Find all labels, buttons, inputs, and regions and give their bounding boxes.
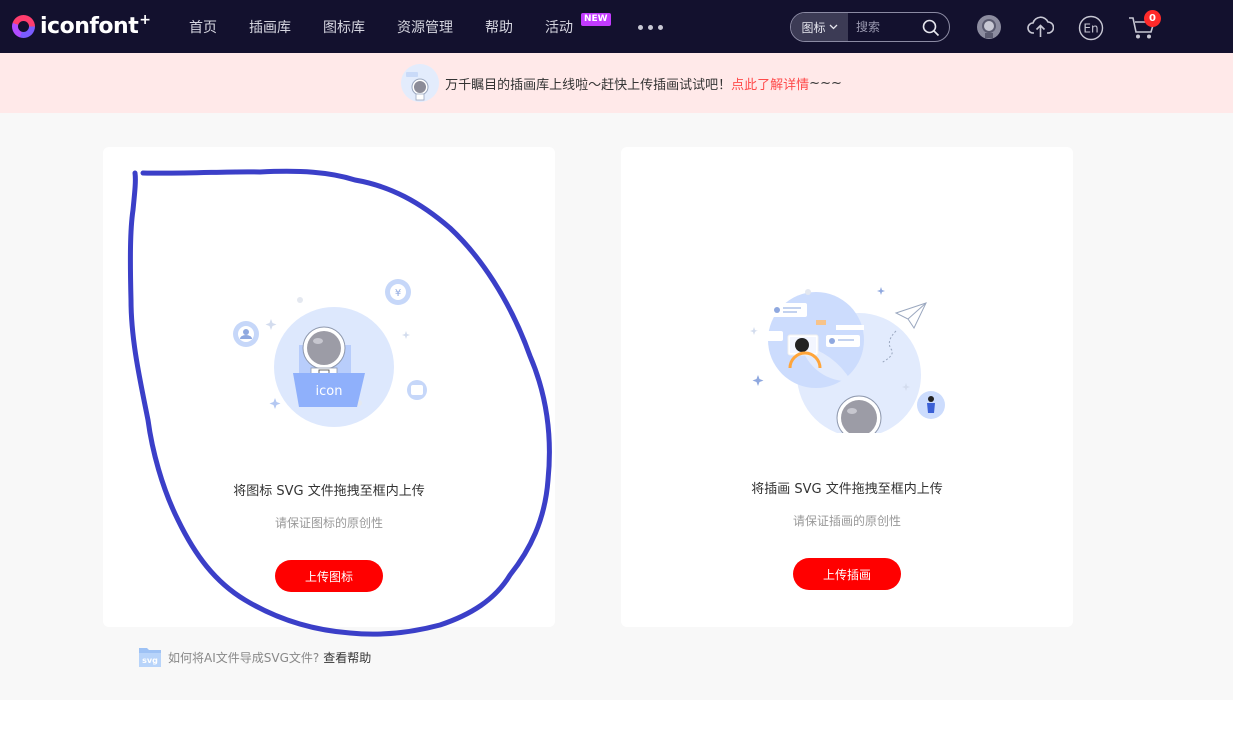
new-badge: NEW — [581, 12, 611, 26]
svg-help-row: svg 如何将AI文件导成SVG文件? 查看帮助 — [138, 646, 371, 668]
search-box: 图标 — [790, 12, 950, 42]
search-input[interactable] — [856, 20, 928, 34]
icon-card-subtitle: 请保证图标的原创性 — [274, 516, 383, 530]
nav-item-activity[interactable]: 活动 NEW — [545, 12, 611, 37]
nav-item-illustrations[interactable]: 插画库 — [249, 17, 291, 37]
upload-illustration-button[interactable]: 上传插画 — [793, 558, 901, 590]
logo-mark-icon — [12, 14, 35, 38]
nav-item-resources[interactable]: 资源管理 — [397, 17, 453, 37]
upload-cloud-icon[interactable] — [1027, 13, 1054, 40]
upload-icon-button[interactable]: 上传图标 — [275, 560, 383, 592]
svg-file-icon: svg — [139, 648, 161, 667]
search-type-label: 图标 — [801, 20, 826, 35]
banner-tail: ~~~ — [809, 75, 842, 91]
chevron-down-icon — [829, 24, 837, 30]
announcement-banner: 万千瞩目的插画库上线啦～赶快上传插画试试吧！ 点此了解详情 ~~~ — [0, 53, 1233, 113]
language-label: En — [1083, 22, 1098, 36]
nav-item-icons[interactable]: 图标库 — [323, 17, 365, 37]
avatar-icon[interactable] — [976, 14, 1002, 40]
nav-item-activity-label: 活动 — [545, 19, 573, 36]
nav-item-help[interactable]: 帮助 — [485, 17, 513, 37]
logo-text: iconfont — [40, 13, 139, 39]
search-type-select[interactable]: 图标 — [791, 13, 848, 41]
illustration-card-title: 将插画 SVG 文件拖拽至框内上传 — [751, 482, 943, 497]
astronaut-avatar-icon — [401, 64, 440, 102]
icon-upload-dropzone[interactable]: ¥ icon 将图标 SVG 文件拖拽至框内上传 请保证图标的原创性 上传图标 — [103, 147, 555, 627]
top-navbar: iconfont + 首页 插画库 图标库 资源管理 帮助 活动 NEW 图标 — [0, 0, 1233, 53]
svg-text:¥: ¥ — [395, 288, 401, 299]
icon-upload-illustration: ¥ icon — [233, 279, 427, 427]
cart-count-badge: 0 — [1144, 10, 1161, 27]
search-icon[interactable] — [922, 19, 940, 37]
icon-card-title: 将图标 SVG 文件拖拽至框内上传 — [233, 484, 425, 499]
nav-item-home[interactable]: 首页 — [189, 17, 217, 37]
illustration-upload-illustration — [750, 287, 945, 433]
icon-folder-label: icon — [316, 384, 343, 399]
more-dot-icon — [658, 25, 663, 30]
svg-file-badge: svg — [142, 656, 158, 665]
help-text: 如何将AI文件导成SVG文件? — [168, 650, 320, 665]
more-menu-button[interactable] — [638, 25, 663, 30]
illustration-card-subtitle: 请保证插画的原创性 — [792, 514, 901, 528]
language-icon[interactable]: En — [1078, 15, 1104, 41]
banner-text: 万千瞩目的插画库上线啦～赶快上传插画试试吧！ — [445, 77, 732, 93]
illustration-upload-dropzone[interactable]: 将插画 SVG 文件拖拽至框内上传 请保证插画的原创性 上传插画 — [621, 147, 1073, 627]
logo-plus: + — [139, 12, 151, 28]
more-dot-icon — [638, 25, 643, 30]
more-dot-icon — [648, 25, 653, 30]
upload-area: ¥ icon 将图标 SVG 文件拖拽至框内上传 请保证图标的原创性 上传图标 — [0, 113, 1233, 700]
view-help-link[interactable]: 查看帮助 — [323, 649, 371, 666]
logo[interactable]: iconfont + — [12, 12, 151, 40]
banner-details-link[interactable]: 点此了解详情 — [731, 74, 809, 93]
main-menu: 首页 插画库 图标库 资源管理 帮助 活动 NEW — [189, 0, 611, 53]
